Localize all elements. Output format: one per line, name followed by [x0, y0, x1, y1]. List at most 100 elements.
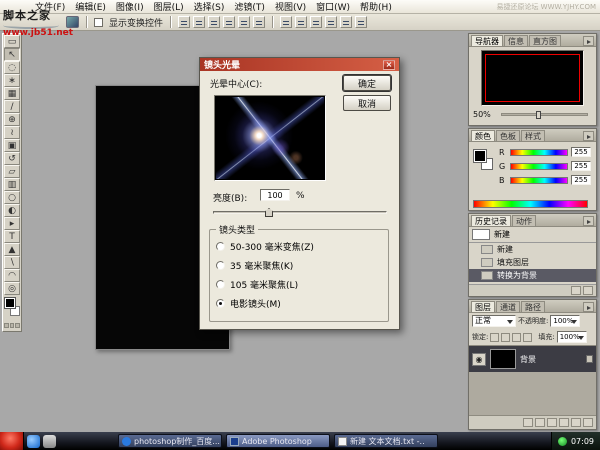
dialog-titlebar[interactable]: 镜头光晕 ×	[200, 58, 399, 71]
adjustment-layer-icon[interactable]	[547, 418, 557, 427]
distribute-top-icon[interactable]	[280, 16, 292, 28]
panel-menu-icon[interactable]	[583, 131, 594, 141]
panel-menu-icon[interactable]	[583, 302, 594, 312]
brightness-input[interactable]: 100	[260, 189, 290, 201]
tool-path-select[interactable]: ▸	[4, 217, 20, 230]
tool-magic-wand[interactable]: ∗	[4, 74, 20, 87]
history-snapshot-row[interactable]: 新建	[469, 227, 596, 243]
tab-layers[interactable]: 图层	[471, 301, 495, 312]
tool-brush[interactable]: ≀	[4, 126, 20, 139]
tool-dodge[interactable]: ◐	[4, 204, 20, 217]
history-item[interactable]: 新建	[469, 243, 596, 256]
tray-antivirus-icon[interactable]	[558, 437, 567, 446]
tool-preset-icon[interactable]	[66, 16, 79, 28]
new-layer-icon[interactable]	[571, 418, 581, 427]
radio-icon-checked[interactable]	[216, 299, 225, 308]
lens-option-movie-prime[interactable]: 电影镜头(M)	[216, 294, 382, 313]
layer-thumbnail[interactable]	[490, 349, 516, 369]
layer-mask-icon[interactable]	[535, 418, 545, 427]
tool-gradient[interactable]: ▥	[4, 178, 20, 191]
ok-button[interactable]: 确定	[343, 75, 391, 91]
lock-transparency-icon[interactable]	[490, 333, 499, 342]
tool-clone-stamp[interactable]: ▣	[4, 139, 20, 152]
opacity-input[interactable]: 100%	[550, 315, 580, 327]
radio-icon[interactable]	[216, 242, 225, 251]
tool-eyedropper[interactable]: ∖	[4, 256, 20, 269]
distribute-right-icon[interactable]	[355, 16, 367, 28]
trash-icon[interactable]	[583, 286, 593, 295]
lens-option-35mm-prime[interactable]: 35 毫米聚焦(K)	[216, 256, 382, 275]
distribute-hcenter-icon[interactable]	[340, 16, 352, 28]
visibility-eye-icon[interactable]: ◉	[472, 353, 486, 366]
blend-mode-select[interactable]: 正常	[472, 315, 516, 327]
menu-view[interactable]: 视图(V)	[270, 0, 311, 13]
navigator-zoom-slider[interactable]	[501, 113, 588, 116]
menu-edit[interactable]: 编辑(E)	[70, 0, 111, 13]
lock-image-icon[interactable]	[501, 333, 510, 342]
menu-filter[interactable]: 滤镜(T)	[229, 0, 270, 13]
layer-style-icon[interactable]	[523, 418, 533, 427]
tab-info[interactable]: 信息	[504, 35, 528, 46]
history-item-selected[interactable]: 转换为背景	[469, 269, 596, 282]
distribute-left-icon[interactable]	[325, 16, 337, 28]
menu-window[interactable]: 窗口(W)	[311, 0, 355, 13]
close-icon[interactable]: ×	[383, 60, 395, 70]
screen-mode-icon[interactable]	[15, 323, 20, 328]
blue-slider[interactable]	[510, 177, 568, 184]
align-right-icon[interactable]	[253, 16, 265, 28]
tab-color[interactable]: 颜色	[471, 130, 495, 141]
zoom-slider-thumb[interactable]	[536, 111, 541, 119]
tab-styles[interactable]: 样式	[521, 130, 545, 141]
layer-row-selected[interactable]: ◉ 背景	[469, 346, 596, 372]
tool-move[interactable]: ↖	[4, 48, 20, 61]
navigator-thumbnail[interactable]	[481, 50, 584, 106]
tool-eraser[interactable]: ▱	[4, 165, 20, 178]
fill-input[interactable]: 100%	[557, 331, 587, 343]
distribute-vcenter-icon[interactable]	[295, 16, 307, 28]
color-spectrum-bar[interactable]	[473, 200, 588, 208]
tool-slice[interactable]: ∕	[4, 100, 20, 113]
tab-paths[interactable]: 路径	[521, 301, 545, 312]
lens-flare-image[interactable]	[216, 97, 324, 179]
align-bottom-icon[interactable]	[208, 16, 220, 28]
menu-select[interactable]: 选择(S)	[189, 0, 230, 13]
radio-icon[interactable]	[216, 261, 225, 270]
green-slider[interactable]	[510, 163, 568, 170]
tool-pen[interactable]: ▲	[4, 243, 20, 256]
delete-layer-icon[interactable]	[583, 418, 593, 427]
tool-blur[interactable]: ○	[4, 191, 20, 204]
foreground-color-swatch[interactable]	[5, 298, 15, 308]
red-slider[interactable]	[510, 149, 568, 156]
tab-histogram[interactable]: 直方图	[529, 35, 561, 46]
tool-zoom[interactable]: ◎	[4, 282, 20, 295]
brightness-slider[interactable]	[213, 207, 387, 218]
menu-layer[interactable]: 图层(L)	[149, 0, 189, 13]
navigator-viewbox[interactable]	[485, 54, 580, 102]
align-left-icon[interactable]	[223, 16, 235, 28]
taskbar-item-photoshop[interactable]: Adobe Photoshop	[226, 434, 330, 448]
red-value[interactable]: 255	[571, 147, 591, 157]
menu-help[interactable]: 帮助(H)	[355, 0, 397, 13]
panel-foreground-swatch[interactable]	[474, 150, 486, 162]
panel-menu-icon[interactable]	[583, 216, 594, 226]
tab-navigator[interactable]: 导航器	[471, 35, 503, 46]
align-hcenter-icon[interactable]	[238, 16, 250, 28]
panel-menu-icon[interactable]	[583, 36, 594, 46]
standard-mode-icon[interactable]	[4, 323, 9, 328]
start-button[interactable]	[0, 432, 24, 450]
menu-image[interactable]: 图像(I)	[111, 0, 149, 13]
show-transform-checkbox[interactable]	[94, 18, 103, 27]
tab-channels[interactable]: 通道	[496, 301, 520, 312]
slider-thumb[interactable]	[265, 208, 273, 217]
align-vcenter-icon[interactable]	[193, 16, 205, 28]
align-top-icon[interactable]	[178, 16, 190, 28]
tool-crop[interactable]: ▦	[4, 87, 20, 100]
tool-lasso[interactable]: ◌	[4, 61, 20, 74]
lock-all-icon[interactable]	[523, 333, 532, 342]
radio-icon[interactable]	[216, 280, 225, 289]
tab-swatches[interactable]: 色板	[496, 130, 520, 141]
tool-hand[interactable]: ◠	[4, 269, 20, 282]
tool-healing-brush[interactable]: ⊕	[4, 113, 20, 126]
taskbar-item-notepad[interactable]: 新建 文本文档.txt -..	[334, 434, 438, 448]
zoom-level[interactable]: 50%	[473, 110, 491, 119]
